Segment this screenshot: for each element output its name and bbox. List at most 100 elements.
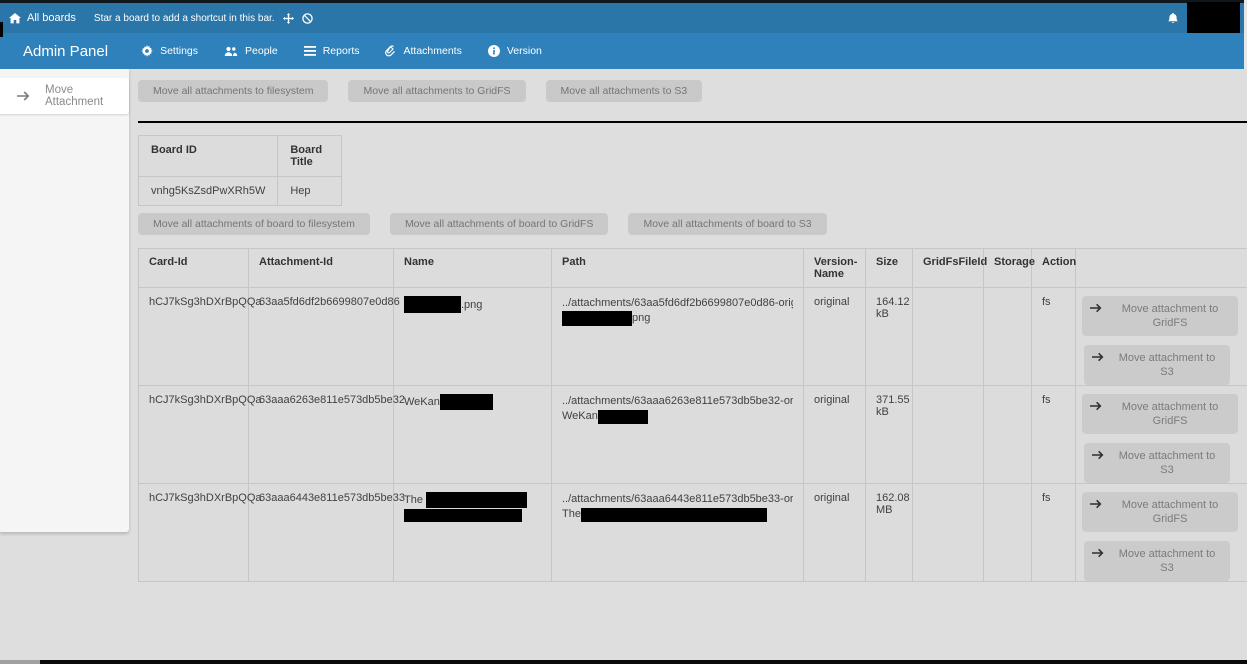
size-cell: 162.08 MB [866,484,913,582]
arrow-right-icon [1090,303,1102,313]
move-attachment-to-gridfs-button[interactable]: Move attachment to GridFS [1082,296,1238,336]
attachment-id-cell: 63aaa6443e811e573db5be33 [249,484,394,582]
tab-settings[interactable]: Settings [141,45,198,57]
header: All boards Star a board to add a shortcu… [0,0,1247,69]
sidebar: Move Attachment [0,69,129,532]
admin-navbar: Admin Panel Settings People [0,33,1244,69]
attachment-id-cell: 63aa5fd6df2b6699807e0d86 [249,288,394,386]
board-id-cell: vnhg5KsZsdPwXRh5W [139,177,278,206]
name-cell: WeKan [394,386,552,484]
move-attachment-to-s3-button[interactable]: Move attachment to S3 [1084,345,1230,385]
col-name: Name [394,249,552,288]
version-name-cell: original [804,386,866,484]
arrow-right-icon [17,91,30,101]
edge-notch [0,22,3,37]
tab-label: Settings [160,45,198,57]
redacted-path [562,311,632,326]
card-id-cell: hCJ7kSg3hDXrBpQQa [139,484,249,582]
bottom-bar-black-segment [40,660,1247,664]
star-hint-bar: Star a board to add a shortcut in this b… [94,13,313,24]
tab-reports[interactable]: Reports [304,45,360,57]
move-attachment-to-gridfs-button[interactable]: Move attachment to GridFS [1082,394,1238,434]
action-cell: fs [1032,288,1076,386]
col-action: Action [1032,249,1076,288]
redacted-path [581,508,767,522]
global-buttons-row: Move all attachments to filesystem Move … [138,80,1247,102]
main-content: Move all attachments to filesystem Move … [129,69,1247,582]
move-all-to-filesystem-button[interactable]: Move all attachments to filesystem [138,80,328,102]
move-attachment-to-s3-button[interactable]: Move attachment to S3 [1084,541,1230,581]
storage-cell [984,484,1032,582]
card-id-cell: hCJ7kSg3hDXrBpQQa [139,386,249,484]
tab-attachments[interactable]: Attachments [385,45,461,57]
attachment-row: hCJ7kSg3hDXrBpQQa 63aaa6443e811e573db5be… [139,484,1247,582]
move-icon[interactable] [283,13,294,24]
col-card-id: Card-Id [139,249,249,288]
divider-rule [138,121,1247,123]
content-layout: Move Attachment Move all attachments to … [0,69,1247,663]
attachment-id-cell: 63aaa6263e811e573db5be32 [249,386,394,484]
col-version-name: Version-Name [804,249,866,288]
col-path: Path [552,249,804,288]
size-cell: 371.55 kB [866,386,913,484]
tab-version[interactable]: Version [488,45,542,57]
gridfsfileid-cell [913,386,984,484]
home-icon [9,13,21,24]
arrow-right-icon [1092,450,1104,460]
storage-cell [984,288,1032,386]
admin-tabs: Settings People Reports [141,45,542,57]
redacted-name [426,492,527,508]
paperclip-icon [385,45,396,57]
arrow-right-icon [1090,499,1102,509]
user-avatar-redacted[interactable] [1187,2,1240,33]
move-all-to-gridfs-button[interactable]: Move all attachments to GridFS [348,80,525,102]
ban-icon[interactable] [302,13,313,24]
move-attachment-to-gridfs-button[interactable]: Move attachment to GridFS [1082,492,1238,532]
all-boards-link[interactable]: All boards [0,12,76,24]
attachments-table: Card-Id Attachment-Id Name Path Version-… [138,248,1247,582]
col-size: Size [866,249,913,288]
row-actions-cell: Move attachment to GridFS Move attachmen… [1076,386,1247,484]
top-navbar: All boards Star a board to add a shortcu… [0,3,1244,33]
board-table-row: vnhg5KsZsdPwXRh5W Hep [139,177,342,206]
bottom-bar [0,660,1247,664]
arrow-right-icon [1092,548,1104,558]
move-board-to-s3-button[interactable]: Move all attachments of board to S3 [628,213,826,235]
col-gridfsfileid: GridFsFileId [913,249,984,288]
col-storage: Storage [984,249,1032,288]
all-boards-label: All boards [27,12,76,24]
tab-people[interactable]: People [224,45,278,57]
board-table: Board ID Board Title vnhg5KsZsdPwXRh5W H… [138,135,342,206]
move-board-to-filesystem-button[interactable]: Move all attachments of board to filesys… [138,213,370,235]
sidebar-item-label: Move Attachment [45,84,129,108]
redacted-name [440,394,493,410]
attachment-row: hCJ7kSg3hDXrBpQQa 63aa5fd6df2b6699807e0d… [139,288,1247,386]
attachment-row: hCJ7kSg3hDXrBpQQa 63aaa6263e811e573db5be… [139,386,1247,484]
people-icon [224,46,238,57]
name-cell: .png [394,288,552,386]
tab-label: Reports [323,45,360,57]
version-name-cell: original [804,484,866,582]
info-icon [488,45,500,57]
board-title-header: Board Title [278,136,342,177]
reports-icon [304,46,316,56]
col-buttons [1076,249,1247,288]
sidebar-item-move-attachment[interactable]: Move Attachment [0,78,129,114]
move-attachment-to-s3-button[interactable]: Move attachment to S3 [1084,443,1230,483]
board-buttons-row: Move all attachments of board to filesys… [138,213,1247,235]
version-name-cell: original [804,288,866,386]
notifications-bell-icon[interactable] [1159,12,1187,25]
page-title: Admin Panel [0,43,108,60]
size-cell: 164.12 kB [866,288,913,386]
tab-label: People [245,45,278,57]
star-hint-text: Star a board to add a shortcut in this b… [94,13,275,24]
redacted-path [598,410,648,424]
board-title-cell: Hep [278,177,342,206]
move-all-to-s3-button[interactable]: Move all attachments to S3 [546,80,703,102]
move-board-to-gridfs-button[interactable]: Move all attachments of board to GridFS [390,213,609,235]
name-cell: The [394,484,552,582]
tab-label: Attachments [403,45,461,57]
tab-label: Version [507,45,542,57]
row-actions-cell: Move attachment to GridFS Move attachmen… [1076,288,1247,386]
path-cell: ../attachments/63aa5fd6df2b6699807e0d86-… [552,288,804,386]
